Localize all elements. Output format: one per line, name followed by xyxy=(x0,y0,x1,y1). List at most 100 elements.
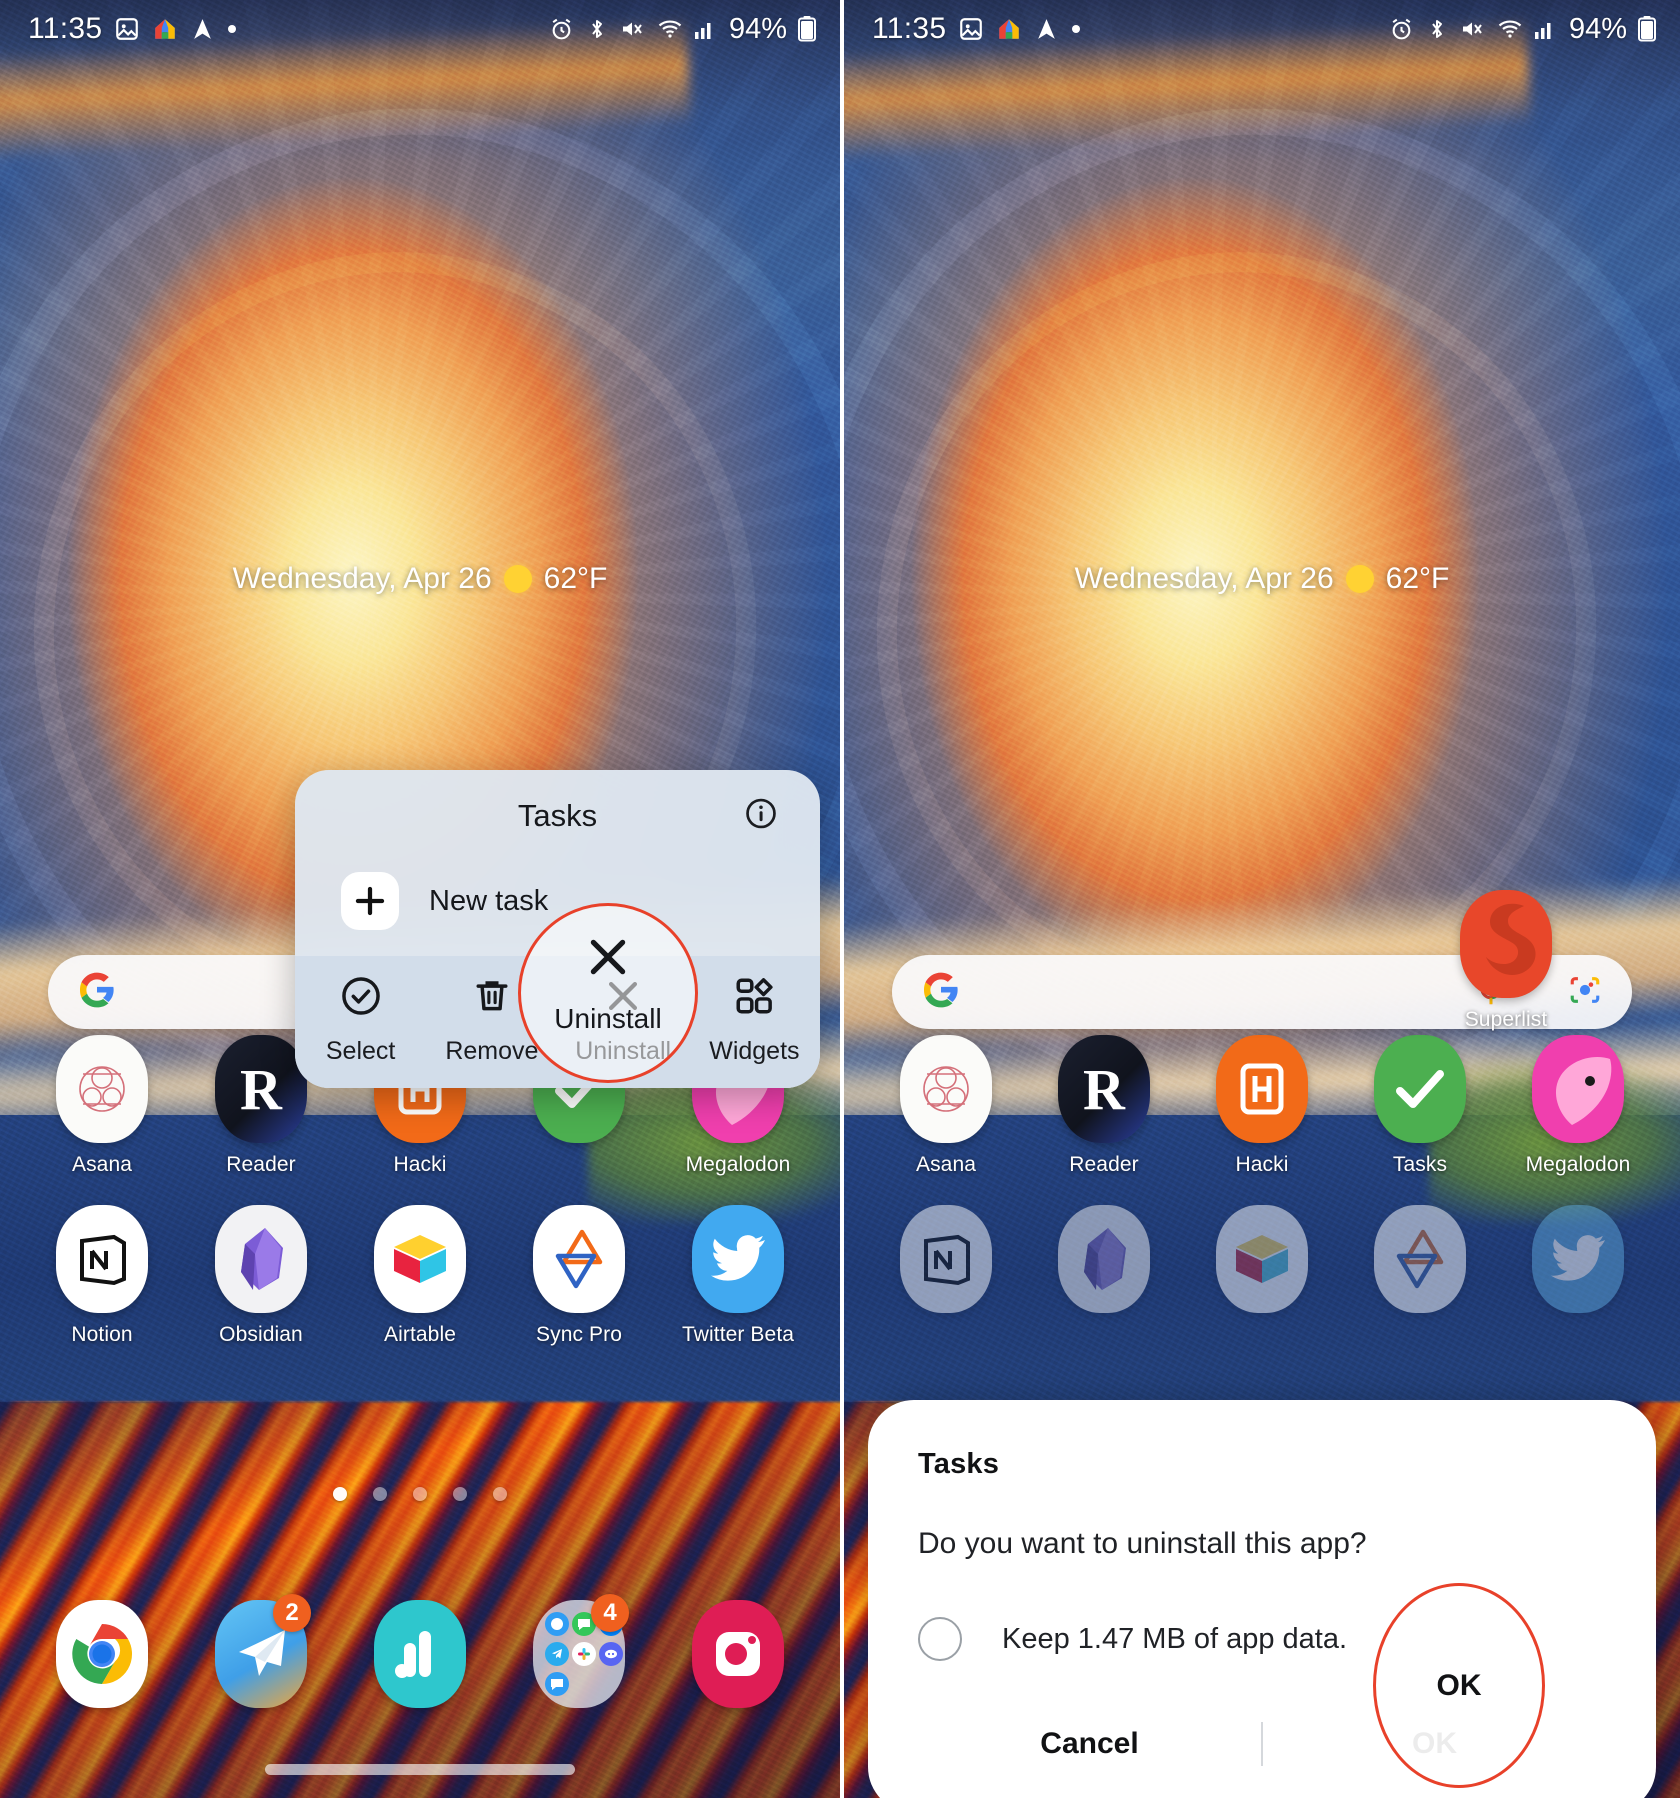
app-twitter-beta[interactable] xyxy=(1514,1205,1642,1323)
app-label: Notion xyxy=(71,1323,133,1346)
dock-spark-mail[interactable]: 2 xyxy=(197,1594,325,1718)
info-circle-icon[interactable] xyxy=(744,797,778,836)
chrome-icon xyxy=(56,1600,148,1708)
app-airtable[interactable] xyxy=(1198,1205,1326,1323)
keep-data-label: Keep 1.47 MB of app data. xyxy=(1002,1622,1348,1655)
dock-fathom[interactable] xyxy=(356,1600,484,1718)
vibrate-off-icon xyxy=(620,17,646,41)
app-sync-pro[interactable] xyxy=(1356,1205,1484,1323)
dock-chrome[interactable] xyxy=(38,1600,166,1718)
keep-data-checkbox[interactable] xyxy=(918,1617,962,1661)
popup-shortcut-label: New task xyxy=(429,884,549,917)
google-g-icon[interactable] xyxy=(922,971,960,1014)
reader-icon: R xyxy=(215,1035,307,1143)
weather-date: Wednesday, Apr 26 xyxy=(232,562,492,595)
superlist-icon xyxy=(1460,890,1552,998)
check-circle-icon xyxy=(339,974,383,1023)
megalodon-icon xyxy=(1532,1035,1624,1143)
app-notion[interactable] xyxy=(882,1205,1010,1323)
dock-instagram[interactable] xyxy=(674,1600,802,1718)
app-row xyxy=(844,1205,1680,1323)
app-obsidian[interactable]: Obsidian xyxy=(197,1205,325,1347)
app-label: Sync Pro xyxy=(536,1323,622,1346)
battery-icon xyxy=(1638,16,1656,42)
weather-widget[interactable]: Wednesday, Apr 26 62°F xyxy=(844,562,1680,596)
keep-data-checkbox-row[interactable]: Keep 1.47 MB of app data. xyxy=(918,1617,1606,1661)
google-home-icon xyxy=(996,16,1022,42)
dock-messaging-folder[interactable]: 4 xyxy=(515,1594,643,1718)
google-lens-icon[interactable] xyxy=(1568,973,1602,1012)
signal-icon xyxy=(545,1611,569,1636)
popup-shortcut-new-task[interactable]: New task xyxy=(295,862,820,956)
action-label: Select xyxy=(325,1037,396,1065)
page-dot-5[interactable] xyxy=(493,1487,507,1501)
sunny-icon xyxy=(1345,565,1374,593)
navigation-bar xyxy=(0,1740,840,1798)
home-gesture-handle[interactable] xyxy=(265,1763,575,1775)
status-bar: 11:35 94% xyxy=(844,0,1680,58)
wifi-icon xyxy=(1497,17,1523,41)
alarm-icon xyxy=(1389,17,1414,42)
popup-action-select[interactable]: Select xyxy=(295,974,426,1066)
reader-icon: R xyxy=(1058,1035,1150,1143)
airtable-icon xyxy=(374,1205,466,1313)
action-label: Uninstall xyxy=(575,1037,672,1065)
app-obsidian[interactable] xyxy=(1040,1205,1168,1323)
page-dot-4[interactable] xyxy=(453,1487,467,1501)
app-row: Asana R Reader Hacki xyxy=(844,1035,1680,1177)
tasks-icon xyxy=(1374,1035,1466,1143)
popup-action-widgets[interactable]: Widgets xyxy=(689,974,820,1066)
cellular-signal-icon xyxy=(694,18,716,40)
navigation-icon xyxy=(190,17,215,42)
status-clock: 11:35 xyxy=(28,12,103,45)
app-row: Notion Obsidian Airtable Sync Pro Twitte… xyxy=(0,1205,840,1347)
app-notion[interactable]: Notion xyxy=(38,1205,166,1347)
app-twitter-beta[interactable]: Twitter Beta xyxy=(674,1205,802,1347)
slack-icon xyxy=(572,1641,596,1666)
page-dot-3[interactable] xyxy=(413,1487,427,1501)
status-clock: 11:35 xyxy=(872,12,947,45)
app-sync-pro[interactable]: Sync Pro xyxy=(515,1205,643,1347)
popup-action-remove[interactable]: Remove xyxy=(426,974,557,1066)
app-asana[interactable]: Asana xyxy=(38,1035,166,1177)
app-asana[interactable]: Asana xyxy=(882,1035,1010,1177)
cancel-button[interactable]: Cancel xyxy=(918,1709,1261,1779)
hacki-icon xyxy=(1216,1035,1308,1143)
app-reader[interactable]: R Reader xyxy=(1040,1035,1168,1177)
weather-widget[interactable]: Wednesday, Apr 26 62°F xyxy=(0,562,840,596)
app-megalodon[interactable]: Megalodon xyxy=(1514,1035,1642,1177)
app-label: Asana xyxy=(915,1153,977,1176)
app-hacki[interactable]: Hacki xyxy=(1198,1035,1326,1177)
floating-app-superlist[interactable]: Superlist xyxy=(1442,890,1570,1032)
google-g-icon[interactable] xyxy=(78,971,116,1014)
app-label: Superlist xyxy=(1464,1008,1548,1031)
app-airtable[interactable]: Airtable xyxy=(356,1205,484,1347)
sync-pro-icon xyxy=(1374,1205,1466,1313)
page-dot-2[interactable] xyxy=(373,1487,387,1501)
ok-button[interactable]: OK xyxy=(1263,1709,1606,1779)
notion-icon xyxy=(900,1205,992,1313)
twitter-icon xyxy=(1532,1205,1624,1313)
battery-percent: 94% xyxy=(1568,12,1627,45)
telegram-icon xyxy=(545,1641,569,1666)
bluetooth-icon xyxy=(585,17,609,41)
dot-icon xyxy=(1071,24,1081,34)
app-label: Reader xyxy=(226,1153,296,1176)
action-label: Widgets xyxy=(709,1037,800,1065)
close-x-icon xyxy=(601,974,645,1023)
app-tasks[interactable]: Tasks xyxy=(1356,1035,1484,1177)
popup-header: Tasks xyxy=(295,770,820,862)
app-grid-row-1: Asana R Reader Hacki xyxy=(844,1035,1680,1177)
weather-temperature: 62°F xyxy=(1385,562,1450,595)
page-indicator[interactable] xyxy=(0,1487,840,1501)
sunny-icon xyxy=(503,565,532,593)
dual-screenshot-stage: 11:35 94% Wednesday, Apr 26 62°F Asana R… xyxy=(0,0,1680,1798)
wifi-icon xyxy=(657,17,683,41)
page-dot-1[interactable] xyxy=(333,1487,347,1501)
discord-icon xyxy=(599,1641,623,1666)
instagram-icon xyxy=(692,1600,784,1708)
popup-action-uninstall[interactable]: Uninstall xyxy=(558,974,689,1066)
app-label: Asana xyxy=(71,1153,133,1176)
app-label: Megalodon xyxy=(1525,1153,1631,1176)
left-phone-screen: 11:35 94% Wednesday, Apr 26 62°F Asana R… xyxy=(0,0,840,1798)
